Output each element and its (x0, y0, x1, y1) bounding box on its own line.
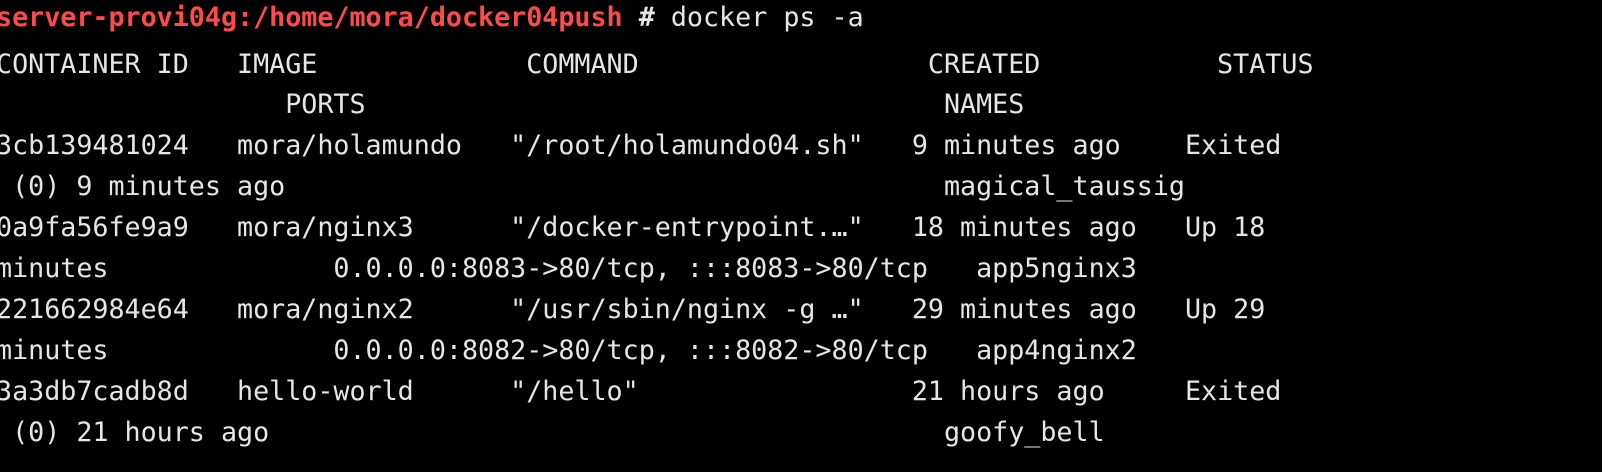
output-line: minutes 0.0.0.0:8083->80/tcp, :::8083->8… (0, 253, 1137, 284)
terminal-window[interactable]: server-provi04g:/home/mora/docker04push … (0, 0, 1602, 472)
output-line: 0a9fa56fe9a9 mora/nginx3 "/docker-entryp… (0, 212, 1266, 243)
prompt-symbol: # (638, 2, 655, 33)
output-header-line-1: CONTAINER ID IMAGE COMMAND CREATED STATU… (0, 49, 1314, 80)
prompt-path: server-provi04g:/home/mora/docker04push (0, 2, 623, 33)
entered-command: docker ps -a (670, 2, 864, 33)
output-line: 3cb139481024 mora/holamundo "/root/holam… (0, 130, 1282, 161)
output-line: (0) 9 minutes ago magical_taussig (0, 171, 1185, 202)
output-header-line-2: PORTS NAMES (0, 89, 1025, 120)
output-line: 221662984e64 mora/nginx2 "/usr/sbin/ngin… (0, 294, 1266, 325)
output-line: minutes 0.0.0.0:8082->80/tcp, :::8082->8… (0, 335, 1137, 366)
output-line: (0) 21 hours ago goofy_bell (0, 417, 1105, 448)
output-line: 3a3db7cadb8d hello-world "/hello" 21 hou… (0, 376, 1282, 407)
command-prompt-line: server-provi04g:/home/mora/docker04push … (0, 0, 864, 38)
